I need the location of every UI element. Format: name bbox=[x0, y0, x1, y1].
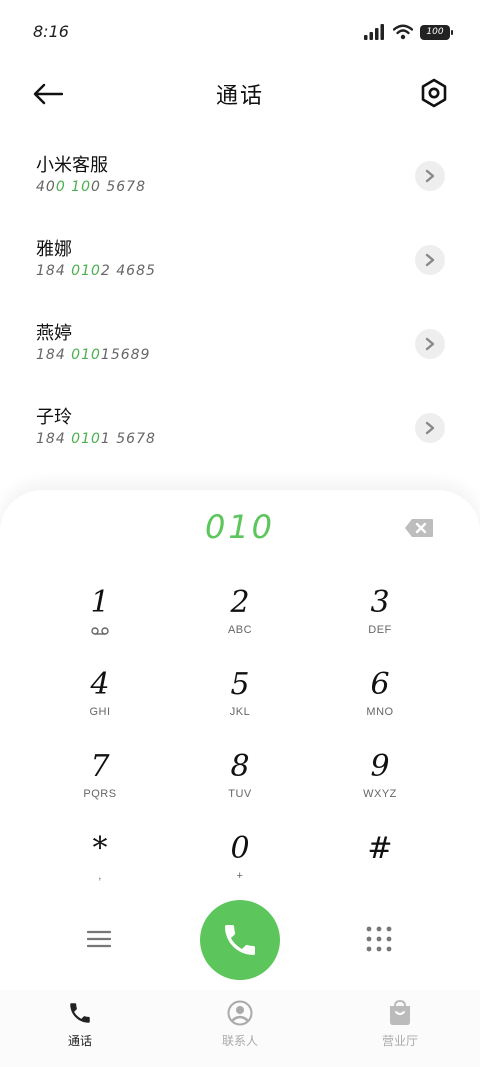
key-letters: , bbox=[98, 870, 102, 882]
contact-name: 燕婷 bbox=[36, 323, 72, 344]
battery-level: 100 bbox=[426, 27, 444, 37]
key-digit: 7 bbox=[90, 749, 110, 784]
key-letters: WXYZ bbox=[363, 788, 397, 800]
battery-icon: 100 bbox=[420, 24, 453, 40]
contact-detail-button[interactable] bbox=[415, 161, 445, 191]
backspace-icon bbox=[405, 519, 433, 537]
key-0[interactable]: 0 + bbox=[170, 826, 310, 908]
nav-label: 营业厅 bbox=[381, 1034, 418, 1048]
dial-actions bbox=[0, 898, 480, 982]
key-letters: ABC bbox=[227, 624, 253, 636]
key-letters: DEF bbox=[368, 624, 392, 636]
dialpad-toggle-button[interactable] bbox=[360, 922, 398, 956]
phone-icon bbox=[70, 1003, 90, 1023]
key-letters: TUV bbox=[228, 788, 252, 800]
key-4[interactable]: 4 GHI bbox=[30, 662, 170, 744]
key-hash[interactable]: # bbox=[310, 826, 450, 908]
key-1[interactable]: 1 bbox=[30, 580, 170, 662]
key-star[interactable]: * , bbox=[30, 826, 170, 908]
nav-service[interactable]: 营业厅 bbox=[320, 990, 480, 1067]
chevron-right-icon bbox=[425, 253, 435, 267]
dialpad-grid-icon bbox=[366, 926, 392, 952]
chevron-right-icon bbox=[425, 421, 435, 435]
key-letters: + bbox=[236, 870, 244, 882]
key-digit: 1 bbox=[90, 585, 110, 620]
contact-detail-button[interactable] bbox=[415, 245, 445, 275]
key-digit: 6 bbox=[370, 667, 390, 702]
contact-number: 184 01015689 bbox=[36, 347, 151, 363]
key-3[interactable]: 3 DEF bbox=[310, 580, 450, 662]
delete-button[interactable] bbox=[404, 518, 434, 538]
signal-icon bbox=[364, 24, 384, 40]
key-digit: 8 bbox=[230, 749, 250, 784]
key-digit: 3 bbox=[370, 585, 390, 620]
key-digit: # bbox=[367, 831, 393, 866]
key-digit: 4 bbox=[90, 667, 110, 702]
phone-icon bbox=[225, 925, 255, 955]
voicemail-icon bbox=[91, 624, 109, 638]
contact-name: 雅娜 bbox=[36, 239, 72, 260]
key-digit: 5 bbox=[230, 667, 250, 702]
contact-icon bbox=[227, 1000, 253, 1026]
contact-number: 400 100 5678 bbox=[36, 179, 146, 195]
keypad: 1 2 ABC 3 DEF 4 GHI 5 JKL 6 MNO 7 PQRS 8… bbox=[30, 580, 450, 908]
contact-detail-button[interactable] bbox=[415, 413, 445, 443]
contact-detail-button[interactable] bbox=[415, 329, 445, 359]
contact-number: 184 0101 5678 bbox=[36, 431, 156, 447]
settings-button[interactable] bbox=[418, 76, 450, 110]
gear-icon bbox=[421, 78, 447, 108]
key-6[interactable]: 6 MNO bbox=[310, 662, 450, 744]
key-letters: JKL bbox=[229, 706, 251, 718]
key-digit: 0 bbox=[230, 831, 250, 866]
menu-icon bbox=[87, 930, 111, 948]
status-icons: 100 bbox=[364, 24, 453, 40]
key-digit: * bbox=[92, 831, 108, 866]
result-item[interactable]: 雅娜 184 0102 4685 bbox=[0, 218, 480, 302]
status-time: 8:16 bbox=[33, 22, 69, 41]
contact-results: 小米客服 400 100 5678 雅娜 184 0102 4685 燕婷 18… bbox=[0, 134, 480, 470]
key-9[interactable]: 9 WXYZ bbox=[310, 744, 450, 826]
key-letters: MNO bbox=[366, 706, 394, 718]
header: 通话 bbox=[0, 64, 480, 124]
nav-label: 通话 bbox=[67, 1034, 92, 1048]
nav-label: 联系人 bbox=[221, 1034, 258, 1048]
wifi-icon bbox=[393, 24, 413, 40]
contact-name: 小米客服 bbox=[36, 155, 108, 176]
shopping-bag-icon bbox=[390, 1000, 410, 1025]
contact-name: 子玲 bbox=[36, 407, 72, 428]
key-7[interactable]: 7 PQRS bbox=[30, 744, 170, 826]
key-5[interactable]: 5 JKL bbox=[170, 662, 310, 744]
chevron-right-icon bbox=[425, 169, 435, 183]
call-button[interactable] bbox=[200, 900, 280, 980]
contact-number: 184 0102 4685 bbox=[36, 263, 156, 279]
nav-calls[interactable]: 通话 bbox=[0, 990, 160, 1067]
status-bar: 8:16 100 bbox=[0, 0, 480, 64]
key-digit: 2 bbox=[230, 585, 250, 620]
dialpad-panel: 010 1 2 ABC 3 DEF 4 GHI 5 JKL 6 MNO 7 PQ… bbox=[0, 490, 480, 1067]
key-8[interactable]: 8 TUV bbox=[170, 744, 310, 826]
menu-button[interactable] bbox=[80, 922, 118, 956]
key-digit: 9 bbox=[370, 749, 390, 784]
bottom-nav: 通话 联系人 营业厅 bbox=[0, 990, 480, 1067]
page-title: 通话 bbox=[215, 84, 264, 109]
result-item[interactable]: 燕婷 184 01015689 bbox=[0, 302, 480, 386]
result-item[interactable]: 子玲 184 0101 5678 bbox=[0, 386, 480, 470]
nav-contacts[interactable]: 联系人 bbox=[160, 990, 320, 1067]
key-2[interactable]: 2 ABC bbox=[170, 580, 310, 662]
result-item[interactable]: 小米客服 400 100 5678 bbox=[0, 134, 480, 218]
chevron-right-icon bbox=[425, 337, 435, 351]
key-letters: GHI bbox=[89, 706, 111, 718]
key-letters: PQRS bbox=[83, 788, 117, 800]
